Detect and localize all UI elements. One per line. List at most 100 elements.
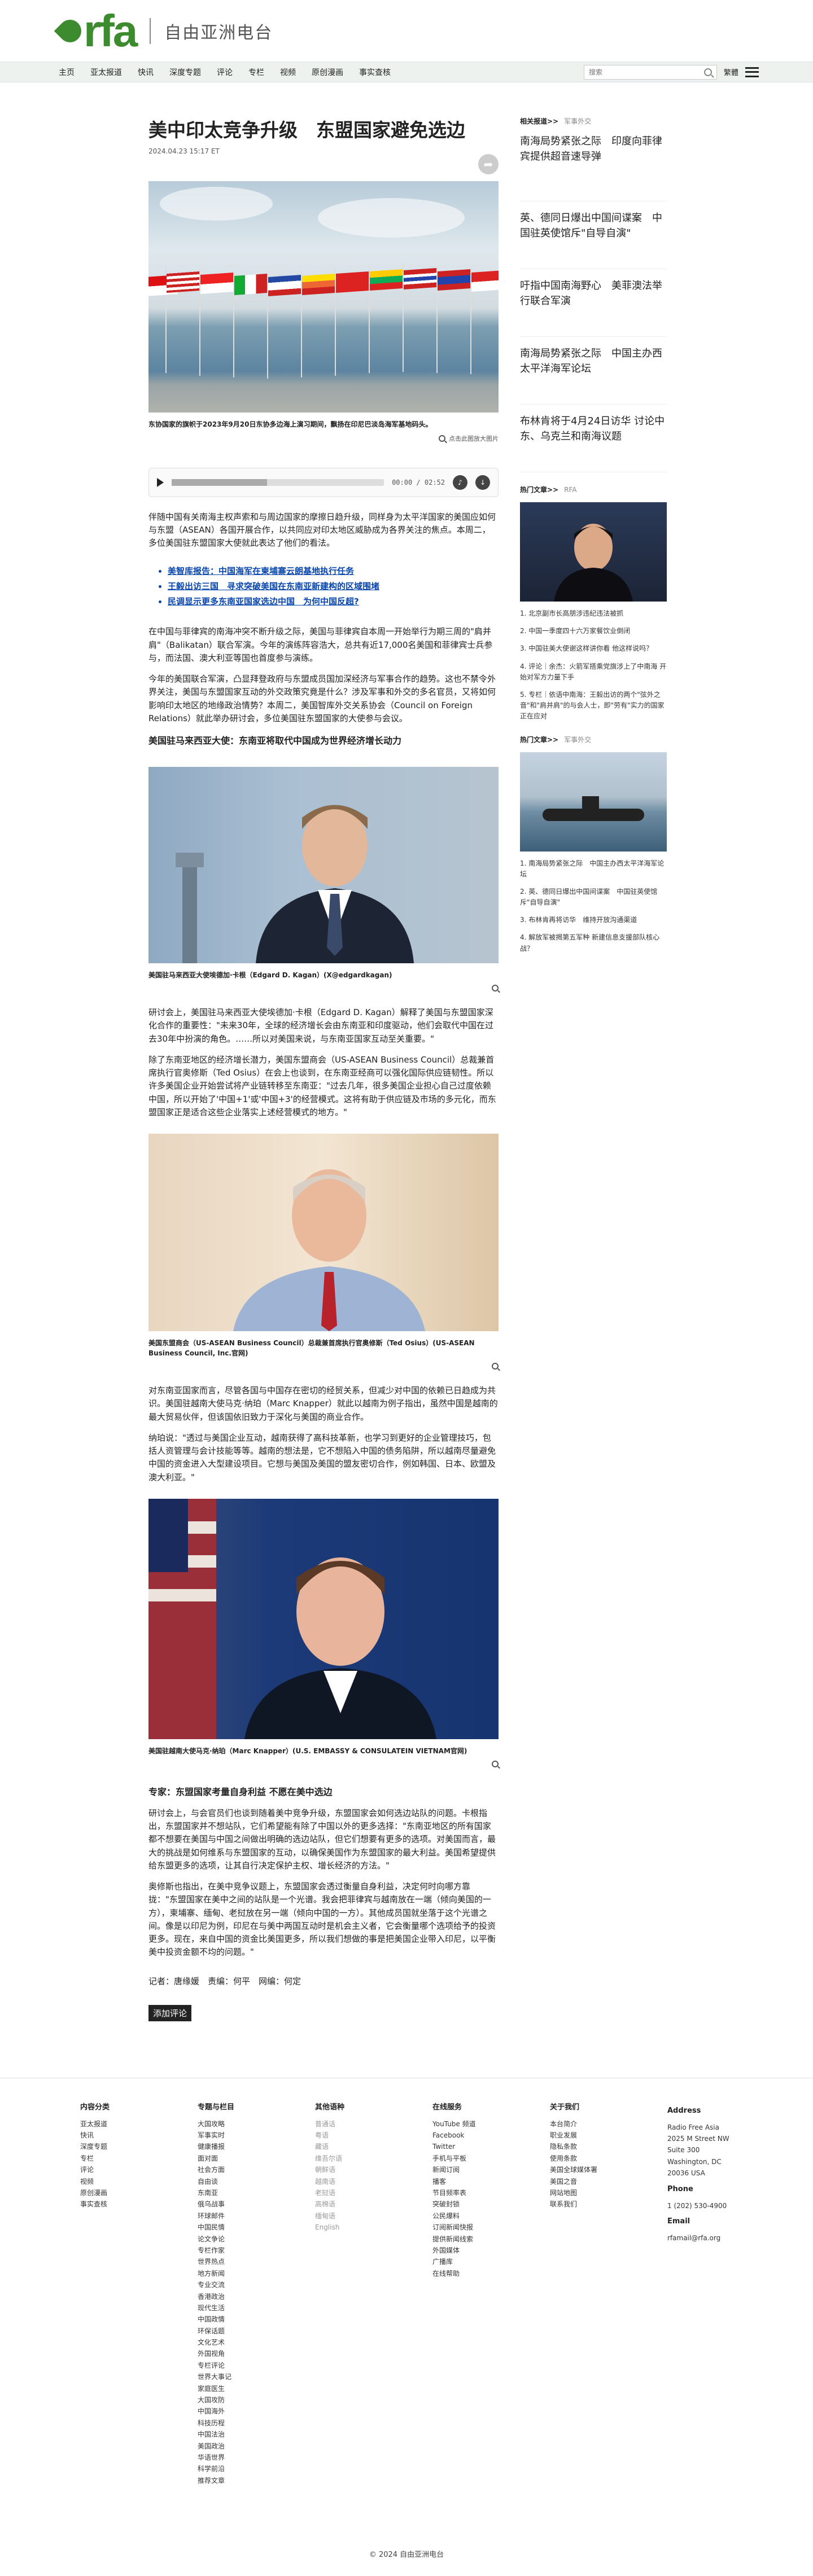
footer-link[interactable]: 社会方面 xyxy=(198,2164,315,2175)
hot-article-link[interactable]: 1. 南海局势紧张之际 中国主办西太平洋海军论坛 xyxy=(520,858,667,880)
footer-link[interactable]: 环保话题 xyxy=(198,2325,315,2337)
related-story[interactable]: 南海局势紧张之际 中国主办西太平洋海军论坛 xyxy=(520,337,667,405)
nav-item[interactable]: 事实查核 xyxy=(351,67,399,78)
related-link[interactable]: 美智库报告：中国海军在柬埔寨云朗基地执行任务 xyxy=(168,565,499,578)
footer-link[interactable]: 手机与平板 xyxy=(432,2153,550,2164)
add-comment-button[interactable]: 添加评论 xyxy=(148,2004,192,2021)
related-story[interactable]: 布林肯将于4月24日访华 讨论中东、乌克兰和南海议题 xyxy=(520,405,667,472)
share-icon[interactable]: ➦ xyxy=(478,153,499,174)
footer-link[interactable]: 现代生活 xyxy=(198,2302,315,2314)
related-story[interactable]: 英、德同日爆出中国间谍案 中国驻英使馆斥"自导自演" xyxy=(520,201,667,269)
footer-link[interactable]: 健康播报 xyxy=(198,2141,315,2152)
footer-link[interactable]: 提供新闻线索 xyxy=(432,2233,550,2245)
footer-link[interactable]: 外国视角 xyxy=(198,2348,315,2359)
hot-article-image[interactable] xyxy=(520,502,667,602)
footer-link[interactable]: 网站地图 xyxy=(550,2187,667,2198)
audio-mute-icon[interactable]: ♪ xyxy=(453,475,467,490)
rfa-logo[interactable]: rfa 自由亚洲电台 xyxy=(54,8,273,54)
hot-head-tag[interactable]: 军事外交 xyxy=(564,735,591,744)
audio-progress[interactable] xyxy=(172,479,384,486)
footer-link[interactable]: 东南亚 xyxy=(198,2187,315,2198)
footer-link[interactable]: 中国海外 xyxy=(198,2406,315,2417)
footer-link[interactable]: 朝鲜语 xyxy=(315,2164,432,2175)
footer-link[interactable]: 越南语 xyxy=(315,2176,432,2187)
nav-item[interactable]: 评论 xyxy=(209,67,241,78)
footer-link[interactable]: 隐私条款 xyxy=(550,2141,667,2152)
footer-link[interactable]: 中国法治 xyxy=(198,2429,315,2440)
footer-link[interactable]: 广播库 xyxy=(432,2256,550,2267)
footer-link[interactable]: 突破封锁 xyxy=(432,2198,550,2210)
footer-link[interactable]: 地方新闻 xyxy=(198,2268,315,2279)
hot-article-link[interactable]: 1. 北京副市长高朋涉违纪违法被抓 xyxy=(520,608,667,619)
footer-link[interactable]: 家庭医生 xyxy=(198,2383,315,2394)
search-icon[interactable] xyxy=(703,68,712,76)
footer-link[interactable]: 面对面 xyxy=(198,2153,315,2164)
footer-link[interactable]: 军事实时 xyxy=(198,2130,315,2141)
footer-link[interactable]: English xyxy=(315,2222,432,2233)
enlarge-link[interactable] xyxy=(148,1760,499,1767)
footer-link[interactable]: 世界大事记 xyxy=(198,2371,315,2382)
footer-link[interactable]: 俄乌战事 xyxy=(198,2198,315,2210)
related-story[interactable]: 南海局势紧张之际 印度向菲律宾提供超音速导弹 xyxy=(520,134,667,201)
footer-link[interactable]: 评论 xyxy=(80,2164,198,2175)
footer-link[interactable]: 高棉语 xyxy=(315,2198,432,2210)
footer-link[interactable]: 亚太报道 xyxy=(80,2118,198,2130)
footer-link[interactable]: 公民爆料 xyxy=(432,2210,550,2222)
enlarge-link[interactable] xyxy=(148,985,499,992)
hot-article-link[interactable]: 5. 专栏｜依语中南海：王毅出访的两个"弦外之音"和"肩并肩"的与会人士，即"劳… xyxy=(520,690,667,722)
footer-link[interactable]: 美国全球媒体署 xyxy=(550,2164,667,2175)
nav-item[interactable]: 原创漫画 xyxy=(304,67,351,78)
footer-link[interactable]: 文化艺术 xyxy=(198,2337,315,2348)
footer-link[interactable]: 美国之音 xyxy=(550,2176,667,2187)
nav-item[interactable]: 快讯 xyxy=(130,67,161,78)
search-input[interactable] xyxy=(588,68,696,76)
footer-link[interactable]: 外国媒体 xyxy=(432,2245,550,2256)
footer-link[interactable]: 快讯 xyxy=(80,2130,198,2141)
hot-article-link[interactable]: 4. 解放军被揭第五军种 新建信息支援部队核心战？ xyxy=(520,932,667,954)
footer-link[interactable]: YouTube 频道 xyxy=(432,2118,550,2130)
hot-head-tag[interactable]: RFA xyxy=(564,486,576,494)
footer-link[interactable]: Twitter xyxy=(432,2141,550,2152)
footer-link[interactable]: 本台简介 xyxy=(550,2118,667,2130)
footer-link[interactable]: 在线帮助 xyxy=(432,2268,550,2279)
footer-link[interactable]: 专栏 xyxy=(80,2153,198,2164)
footer-link[interactable]: 缅甸语 xyxy=(315,2210,432,2222)
footer-email[interactable]: rfamail@rfa.org xyxy=(667,2232,758,2244)
footer-link[interactable]: 藏语 xyxy=(315,2141,432,2152)
footer-link[interactable]: 世界热点 xyxy=(198,2256,315,2267)
hot-article-link[interactable]: 4. 评论｜余杰：火箭军搭乘党旗涉上了中南海 开始对军方力量下手 xyxy=(520,661,667,683)
hot-article-link[interactable]: 3. 布林肯再将访华 维持开放沟通渠道 xyxy=(520,915,667,925)
footer-link[interactable]: 中国政情 xyxy=(198,2314,315,2325)
nav-item[interactable]: 亚太报道 xyxy=(82,67,130,78)
footer-link[interactable]: 华语世界 xyxy=(198,2452,315,2463)
language-switch[interactable]: 繁體 xyxy=(724,67,738,77)
footer-link[interactable]: 维吾尔语 xyxy=(315,2153,432,2164)
footer-link[interactable]: 播客 xyxy=(432,2176,550,2187)
footer-link[interactable]: 美国政治 xyxy=(198,2441,315,2452)
footer-link[interactable]: 订阅新闻快报 xyxy=(432,2222,550,2233)
footer-link[interactable]: 联系我们 xyxy=(550,2198,667,2210)
footer-link[interactable]: 职业发展 xyxy=(550,2130,667,2141)
footer-link[interactable]: 大国攻略 xyxy=(198,2118,315,2130)
hot-article-link[interactable]: 3. 中国驻美大使谢这样讲你看 他这样说吗？ xyxy=(520,643,667,654)
enlarge-link[interactable] xyxy=(148,1363,499,1370)
nav-item[interactable]: 深度专题 xyxy=(161,67,209,78)
related-link[interactable]: 民调显示更多东南亚国家选边中国 为何中国反超? xyxy=(168,595,499,608)
footer-link[interactable]: 事实查核 xyxy=(80,2198,198,2210)
hot-article-link[interactable]: 2. 中国一季度四十六万家餐饮业倒闭 xyxy=(520,626,667,637)
footer-link[interactable]: 使用条款 xyxy=(550,2153,667,2164)
footer-link[interactable]: 环球邮件 xyxy=(198,2210,315,2222)
footer-link[interactable]: Facebook xyxy=(432,2130,550,2141)
menu-icon[interactable] xyxy=(745,67,759,77)
footer-link[interactable]: 粤语 xyxy=(315,2130,432,2141)
footer-link[interactable]: 专栏作家 xyxy=(198,2245,315,2256)
footer-link[interactable]: 科学前沿 xyxy=(198,2463,315,2474)
enlarge-link[interactable]: 点击此图放大图片 xyxy=(148,434,499,443)
download-icon[interactable]: ↓ xyxy=(475,475,490,490)
footer-link[interactable]: 科技历程 xyxy=(198,2417,315,2429)
nav-item[interactable]: 视频 xyxy=(272,67,304,78)
hot-article-link[interactable]: 2. 英、德同日爆出中国间谍案 中国驻英使馆斥"自导自演" xyxy=(520,887,667,908)
footer-link[interactable]: 论文争论 xyxy=(198,2233,315,2245)
footer-link[interactable]: 自由谈 xyxy=(198,2176,315,2187)
footer-link[interactable]: 节目频率表 xyxy=(432,2187,550,2198)
